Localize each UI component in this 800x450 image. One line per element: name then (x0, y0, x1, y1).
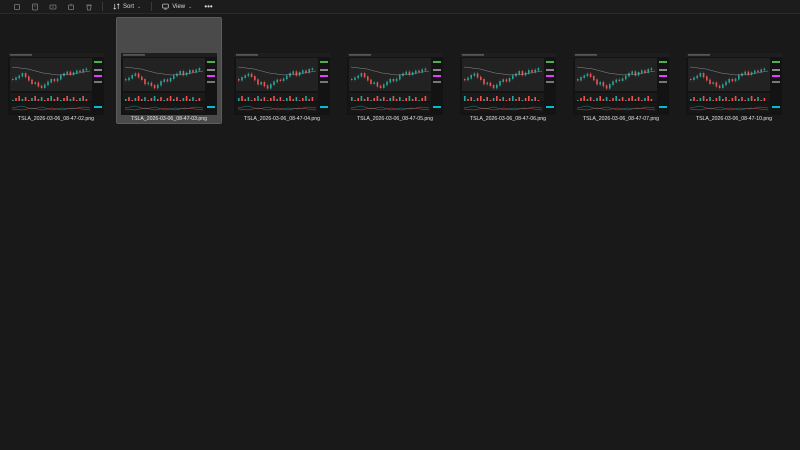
more-options-button[interactable]: ••• (204, 2, 212, 11)
file-name: TSLA_2026-03-06_08-47-06.png (469, 116, 547, 122)
toolbar-divider (102, 2, 103, 11)
file-grid: TSLA_2026-03-06_08-47-02.png TSLA_2026-03… (0, 14, 800, 450)
view-button[interactable]: View ⌄ (158, 1, 196, 13)
file-item[interactable]: TSLA_2026-03-06_08-47-04.png (230, 18, 334, 123)
paste-icon[interactable] (30, 2, 40, 12)
file-thumbnail (347, 53, 443, 115)
file-thumbnail (8, 53, 104, 115)
view-label: View (172, 3, 186, 10)
chevron-down-icon: ⌄ (188, 3, 193, 10)
sort-button[interactable]: Sort ⌄ (109, 1, 145, 13)
file-thumbnail (686, 53, 782, 115)
file-toolbar: Sort ⌄ View ⌄ ••• (0, 0, 800, 14)
file-name: TSLA_2026-03-06_08-47-10.png (695, 116, 773, 122)
file-thumbnail (121, 53, 217, 115)
file-thumbnail (573, 53, 669, 115)
file-thumbnail (460, 53, 556, 115)
share-icon[interactable] (66, 2, 76, 12)
file-name: TSLA_2026-03-06_08-47-04.png (243, 116, 321, 122)
view-icon (162, 3, 169, 10)
file-item[interactable]: TSLA_2026-03-06_08-47-06.png (456, 18, 560, 123)
file-name: TSLA_2026-03-06_08-47-05.png (356, 116, 434, 122)
file-name: TSLA_2026-03-06_08-47-03.png (130, 116, 208, 122)
file-item[interactable]: TSLA_2026-03-06_08-47-02.png (4, 18, 108, 123)
sort-label: Sort (123, 3, 135, 10)
file-item[interactable]: TSLA_2026-03-06_08-47-03.png (116, 17, 222, 124)
file-name: TSLA_2026-03-06_08-47-07.png (582, 116, 660, 122)
sort-icon (113, 3, 120, 10)
copy-icon[interactable] (12, 2, 22, 12)
file-item[interactable]: TSLA_2026-03-06_08-47-07.png (569, 18, 673, 123)
file-item[interactable]: TSLA_2026-03-06_08-47-05.png (343, 18, 447, 123)
file-name: TSLA_2026-03-06_08-47-02.png (17, 116, 95, 122)
toolbar-divider (151, 2, 153, 11)
delete-icon[interactable] (84, 2, 94, 12)
rename-icon[interactable] (48, 2, 58, 12)
chevron-down-icon: ⌄ (137, 3, 142, 10)
file-thumbnail (234, 53, 330, 115)
file-item[interactable]: TSLA_2026-03-06_08-47-10.png (682, 18, 786, 123)
